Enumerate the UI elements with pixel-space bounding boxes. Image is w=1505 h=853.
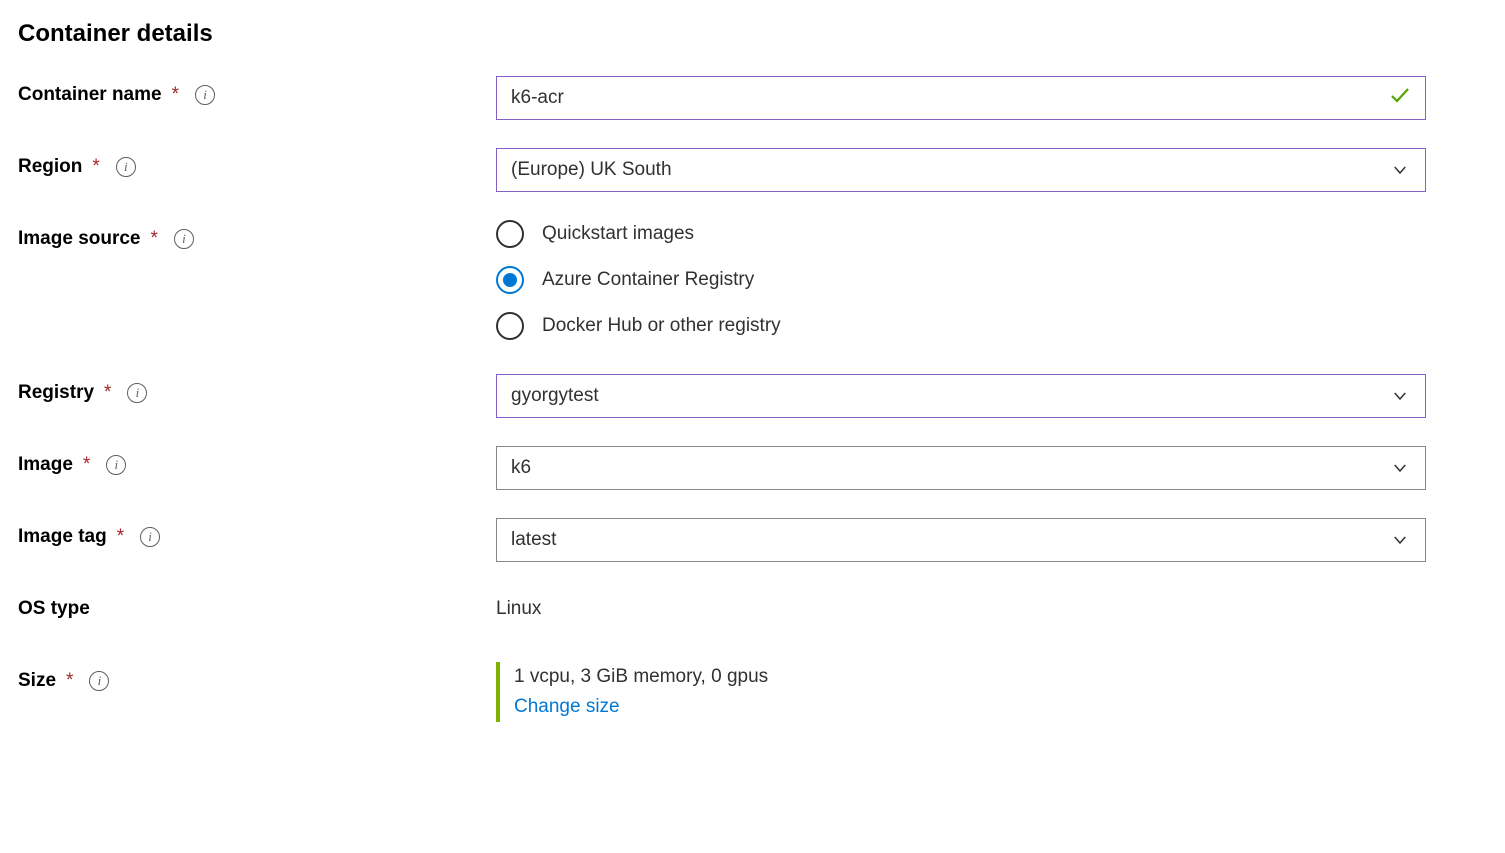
info-icon[interactable]: i <box>127 383 147 403</box>
image-tag-select[interactable]: latest <box>496 518 1426 562</box>
info-icon[interactable]: i <box>116 157 136 177</box>
chevron-down-icon <box>1391 387 1409 405</box>
info-icon[interactable]: i <box>174 229 194 249</box>
chevron-down-icon <box>1391 161 1409 179</box>
container-name-label: Container name * i <box>18 76 496 106</box>
size-summary: 1 vcpu, 3 GiB memory, 0 gpus <box>514 666 1426 688</box>
image-source-label: Image source * i <box>18 220 496 250</box>
registry-label: Registry * i <box>18 374 496 404</box>
section-title: Container details <box>18 20 1487 48</box>
radio-azure-container-registry[interactable]: Azure Container Registry <box>496 266 1426 294</box>
chevron-down-icon <box>1391 459 1409 477</box>
radio-icon <box>496 220 524 248</box>
required-asterisk: * <box>92 156 99 178</box>
required-asterisk: * <box>83 454 90 476</box>
info-icon[interactable]: i <box>140 527 160 547</box>
region-label: Region * i <box>18 148 496 178</box>
info-icon[interactable]: i <box>195 85 215 105</box>
change-size-link[interactable]: Change size <box>514 696 620 717</box>
required-asterisk: * <box>172 84 179 106</box>
os-type-label: OS type <box>18 590 496 620</box>
image-tag-label: Image tag * i <box>18 518 496 548</box>
required-asterisk: * <box>66 670 73 692</box>
info-icon[interactable]: i <box>106 455 126 475</box>
required-asterisk: * <box>151 228 158 250</box>
info-icon[interactable]: i <box>89 671 109 691</box>
radio-quickstart-images[interactable]: Quickstart images <box>496 220 1426 248</box>
radio-icon <box>496 312 524 340</box>
checkmark-icon <box>1388 83 1412 113</box>
region-select[interactable]: (Europe) UK South <box>496 148 1426 192</box>
radio-docker-hub[interactable]: Docker Hub or other registry <box>496 312 1426 340</box>
image-source-radio-group: Quickstart images Azure Container Regist… <box>496 220 1426 340</box>
required-asterisk: * <box>104 382 111 404</box>
image-label: Image * i <box>18 446 496 476</box>
radio-icon <box>496 266 524 294</box>
required-asterisk: * <box>117 526 124 548</box>
image-select[interactable]: k6 <box>496 446 1426 490</box>
os-type-value: Linux <box>496 590 1426 620</box>
registry-select[interactable]: gyorgytest <box>496 374 1426 418</box>
size-label: Size * i <box>18 662 496 692</box>
chevron-down-icon <box>1391 531 1409 549</box>
size-block: 1 vcpu, 3 GiB memory, 0 gpus Change size <box>496 662 1426 722</box>
container-name-input[interactable] <box>496 76 1426 120</box>
